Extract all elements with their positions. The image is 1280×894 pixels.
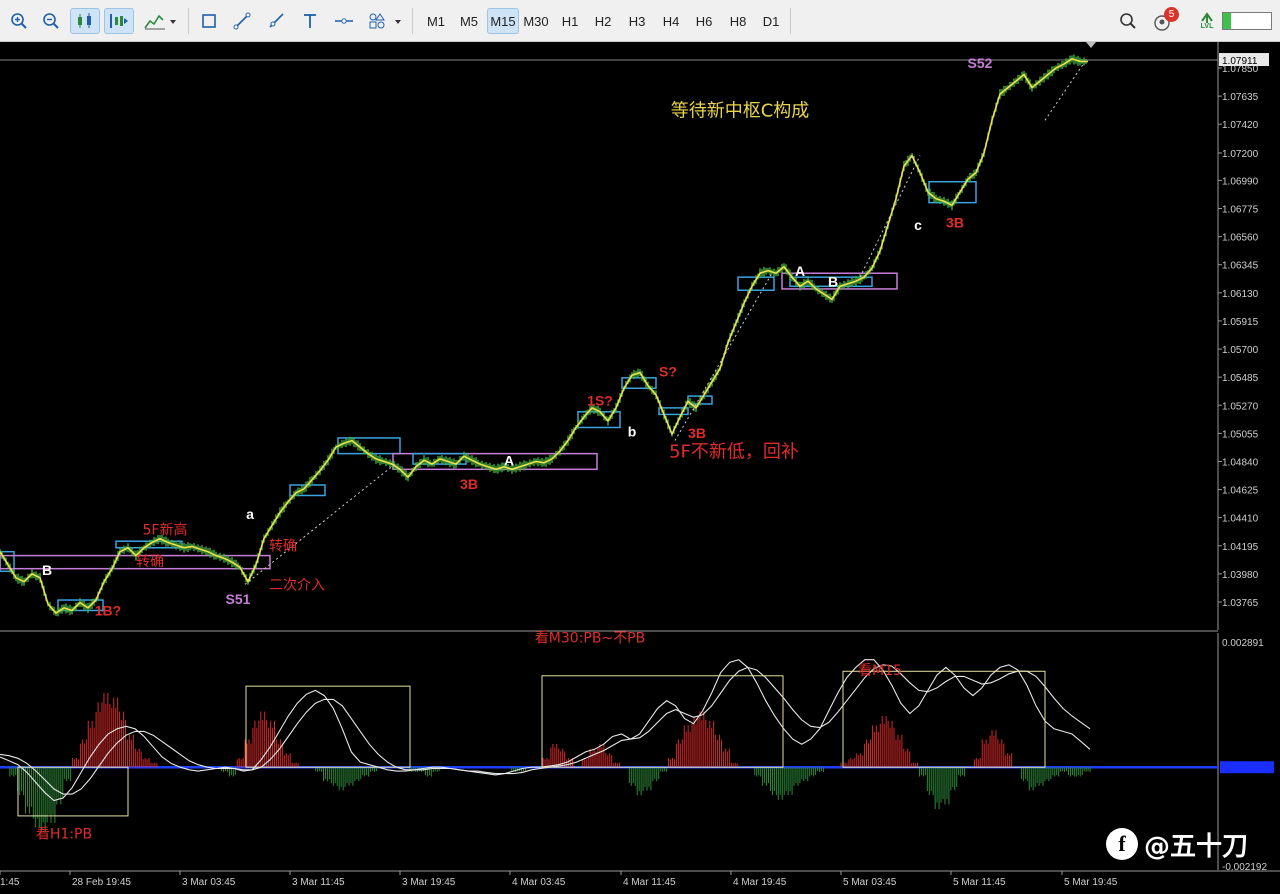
price-tick-label: 1.04625 — [1222, 486, 1259, 497]
trendline-icon[interactable] — [229, 8, 255, 34]
chart-area[interactable]: 1.078501.076351.074201.072001.069901.067… — [0, 42, 1280, 894]
price-annotation: c — [914, 217, 922, 233]
time-tick-label: 28 Feb 19:45 — [72, 877, 131, 888]
price-tick-label: 1.06560 — [1222, 233, 1259, 244]
timeframe-h3[interactable]: H3 — [621, 8, 653, 34]
watermark: f @五十刀 — [1106, 824, 1248, 864]
time-tick-label: 3 Mar 03:45 — [182, 877, 236, 888]
horizontal-line-icon[interactable] — [330, 8, 358, 34]
level-meter — [1222, 12, 1272, 30]
price-tick-label: 1.05055 — [1222, 429, 1259, 440]
price-tick-label: 1.05700 — [1222, 345, 1259, 356]
toolbar: M1 M5 M15 M30 H1 H2 H3 H4 H6 H8 D1 5 LVL — [0, 0, 1280, 42]
time-tick-label: 5 Mar 03:45 — [843, 877, 897, 888]
text-icon[interactable] — [297, 8, 323, 34]
timeframe-m15[interactable]: M15 — [487, 8, 519, 34]
price-tick-label: 1.06990 — [1222, 176, 1259, 187]
timeframe-h8[interactable]: H8 — [722, 8, 754, 34]
timeframe-h1[interactable]: H1 — [554, 8, 586, 34]
zoom-in-icon[interactable] — [6, 8, 32, 34]
price-tick-label: 1.05485 — [1222, 373, 1259, 384]
price-annotation: S51 — [226, 591, 251, 607]
zoom-out-icon[interactable] — [38, 8, 64, 34]
notifications-icon[interactable]: 5 — [1150, 7, 1182, 34]
search-icon[interactable] — [1116, 8, 1140, 34]
candle-chart-icon[interactable] — [70, 8, 100, 34]
price-annotation: 转确 — [269, 538, 297, 554]
time-tick-label: 1:45 — [0, 877, 20, 888]
time-tick-label: 3 Mar 11:45 — [292, 877, 345, 888]
price-tick-label: 1.07420 — [1222, 120, 1259, 131]
indicators-icon[interactable] — [140, 8, 180, 34]
facebook-logo-icon: f — [1106, 828, 1138, 860]
signal-level-icon[interactable]: LVL — [1194, 8, 1220, 34]
price-annotation: 等待新中枢C构成 — [671, 100, 810, 121]
lvl-label: LVL — [1200, 23, 1214, 30]
price-tick-label: 1.03765 — [1222, 598, 1259, 609]
timeframe-d1[interactable]: D1 — [755, 8, 787, 34]
shapes-icon[interactable] — [364, 8, 406, 34]
price-annotation: 5F不新低，回补 — [669, 442, 799, 463]
timeframe-m1[interactable]: M1 — [420, 8, 452, 34]
price-annotation: S52 — [968, 55, 993, 71]
price-annotation: 转确 — [136, 554, 164, 570]
time-tick-label: 5 Mar 11:45 — [953, 877, 1006, 888]
time-tick-label: 4 Mar 11:45 — [623, 877, 676, 888]
notification-badge: 5 — [1164, 7, 1179, 22]
price-annotation: B — [42, 562, 52, 578]
price-tick-label: 1.07635 — [1222, 92, 1259, 103]
time-tick-label: 3 Mar 19:45 — [402, 877, 456, 888]
time-tick-label: 4 Mar 19:45 — [733, 877, 787, 888]
timeframe-m30[interactable]: M30 — [520, 8, 552, 34]
price-tick-label: 1.04410 — [1222, 514, 1259, 525]
price-tick-label: 1.07200 — [1222, 149, 1259, 160]
price-tick-label: 1.05915 — [1222, 317, 1259, 328]
rectangle-icon[interactable] — [196, 8, 222, 34]
timeframe-h2[interactable]: H2 — [587, 8, 619, 34]
price-tick-label: 1.04195 — [1222, 542, 1259, 553]
price-annotation: 1S? — [587, 392, 613, 408]
watermark-text: @五十刀 — [1144, 831, 1249, 862]
timeframe-m5[interactable]: M5 — [453, 8, 485, 34]
price-tick-label: 1.05270 — [1222, 401, 1259, 412]
price-annotation: 3B — [946, 214, 964, 230]
price-annotation: A — [795, 263, 805, 279]
price-annotation: 1B? — [95, 603, 121, 619]
price-annotation: b — [628, 424, 637, 440]
macd-tick-label: 0.002891 — [1222, 638, 1264, 649]
price-tick-label: 1.06775 — [1222, 205, 1259, 216]
price-annotation: 二次介入 — [269, 578, 325, 594]
macd-annotation: 看M30:PB~不PB — [535, 631, 645, 647]
macd-annotation: 看M15 — [858, 663, 902, 679]
auto-scroll-icon[interactable] — [104, 8, 134, 34]
price-annotation: B — [828, 273, 838, 289]
price-annotation: 3B — [688, 425, 706, 441]
price-annotation: 3B — [460, 476, 478, 492]
time-tick-label: 4 Mar 03:45 — [512, 877, 566, 888]
macd-zero-marker — [1220, 761, 1274, 774]
price-annotation: a — [246, 506, 254, 522]
ray-icon[interactable] — [263, 8, 289, 34]
macd-annotation: 看H1:PB — [36, 827, 92, 843]
time-tick-label: 5 Mar 19:45 — [1064, 877, 1118, 888]
timeframe-h4[interactable]: H4 — [655, 8, 687, 34]
price-annotation: A — [504, 452, 514, 468]
price-tick-label: 1.06345 — [1222, 261, 1259, 272]
price-tick-label: 1.03980 — [1222, 570, 1259, 581]
current-price-label: 1.07911 — [1222, 56, 1258, 67]
price-annotation: 5F新高 — [143, 522, 188, 539]
price-tick-label: 1.04840 — [1222, 457, 1259, 468]
price-tick-label: 1.06130 — [1222, 289, 1259, 300]
timeframe-h6[interactable]: H6 — [688, 8, 720, 34]
price-annotation: S? — [659, 364, 677, 380]
